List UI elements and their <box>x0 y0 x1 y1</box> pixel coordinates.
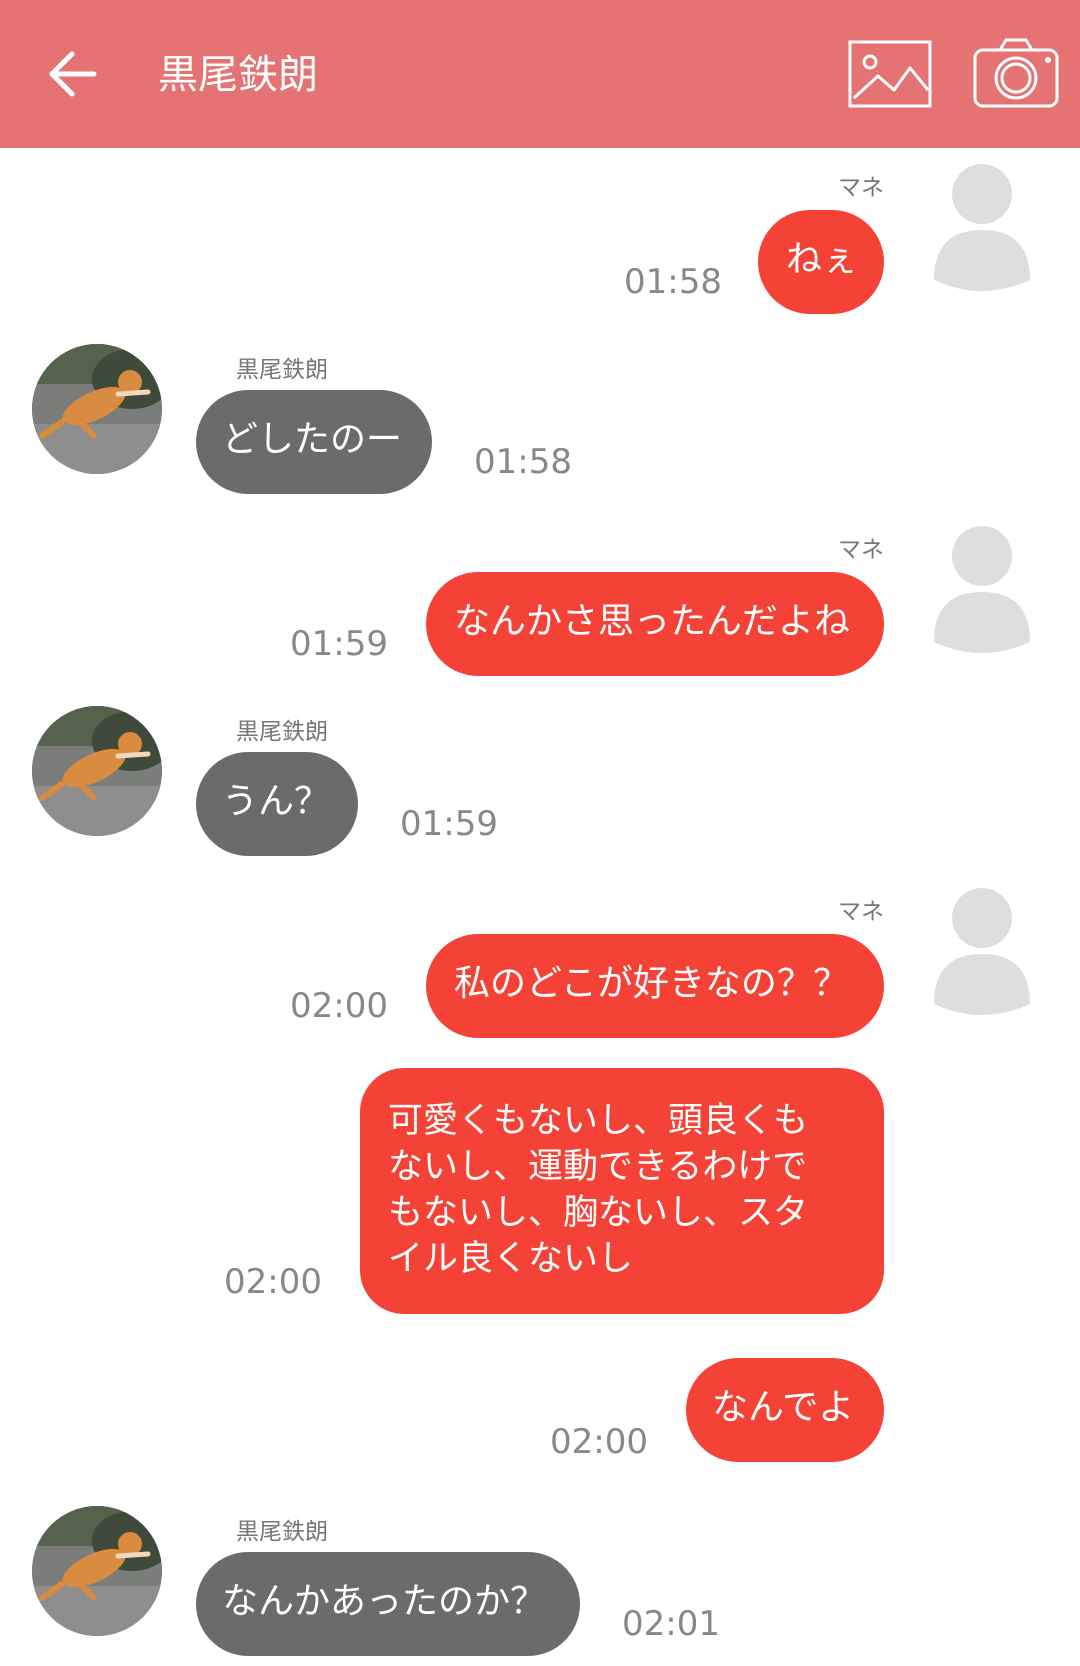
image-button[interactable] <box>848 40 932 108</box>
timestamp: 02:01 <box>622 1604 720 1644</box>
timestamp: 01:59 <box>290 624 388 664</box>
sender-name: マネ <box>838 175 884 201</box>
avatar <box>934 888 1030 1020</box>
avatar <box>32 1506 162 1636</box>
message-bubble[interactable]: なんでよ <box>686 1358 884 1462</box>
sender-name: 黒尾鉄朗 <box>236 357 328 383</box>
message-bubble[interactable]: うん？ <box>196 752 358 856</box>
arrow-left-icon <box>49 51 97 97</box>
user-icon <box>934 888 1030 1015</box>
back-button[interactable] <box>44 44 104 104</box>
image-icon <box>848 40 932 108</box>
message-row: 黒尾鉄朗 なんかあったのか？ 02:01 <box>0 1502 1080 1666</box>
message-row: マネ 02:00 私のどこが好きなの？？ <box>0 884 1080 1044</box>
sender-name: マネ <box>838 537 884 563</box>
user-icon <box>934 164 1030 291</box>
message-bubble[interactable]: 私のどこが好きなの？？ <box>426 934 884 1038</box>
cat-photo <box>32 706 162 836</box>
avatar <box>934 526 1030 658</box>
avatar <box>934 164 1030 296</box>
timestamp: 02:00 <box>224 1262 322 1302</box>
message-bubble[interactable]: 可愛くもないし、頭良くもないし、運動できるわけでもないし、胸ないし、スタイル良く… <box>360 1068 884 1314</box>
app-header: 黒尾鉄朗 <box>0 0 1080 148</box>
message-bubble[interactable]: なんかさ思ったんだよね <box>426 572 884 676</box>
message-bubble[interactable]: ねぇ <box>758 210 884 314</box>
cat-photo <box>32 344 162 474</box>
chat-title: 黒尾鉄朗 <box>158 52 318 98</box>
message-row: 02:00 可愛くもないし、頭良くもないし、運動できるわけでもないし、胸ないし、… <box>0 1068 1080 1318</box>
user-icon <box>934 526 1030 653</box>
timestamp: 01:58 <box>624 262 722 302</box>
timestamp: 02:00 <box>550 1422 648 1462</box>
message-row: マネ 01:58 ねぇ <box>0 160 1080 314</box>
sender-name: 黒尾鉄朗 <box>236 719 328 745</box>
avatar <box>32 344 162 474</box>
cat-photo <box>32 1506 162 1636</box>
camera-icon <box>973 38 1059 108</box>
camera-button[interactable] <box>972 36 1060 110</box>
message-bubble[interactable]: なんかあったのか？ <box>196 1552 580 1656</box>
timestamp: 01:59 <box>400 804 498 844</box>
message-row: 02:00 なんでよ <box>0 1358 1080 1468</box>
timestamp: 01:58 <box>474 442 572 482</box>
message-row: マネ 01:59 なんかさ思ったんだよね <box>0 522 1080 682</box>
timestamp: 02:00 <box>290 986 388 1026</box>
message-row: 黒尾鉄朗 どしたのー 01:58 <box>0 340 1080 500</box>
message-bubble[interactable]: どしたのー <box>196 390 432 494</box>
sender-name: マネ <box>838 899 884 925</box>
message-row: 黒尾鉄朗 うん？ 01:59 <box>0 702 1080 862</box>
avatar <box>32 706 162 836</box>
sender-name: 黒尾鉄朗 <box>236 1519 328 1545</box>
